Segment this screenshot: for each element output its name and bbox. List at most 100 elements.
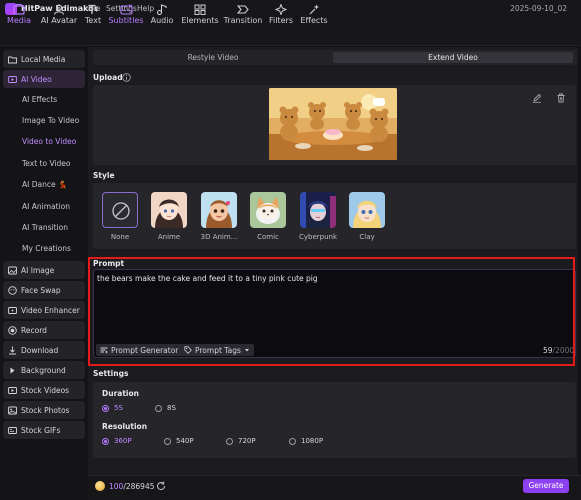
sidebar-item-label: Stock GIFs — [21, 425, 61, 435]
tab-transition-label: Transition — [223, 16, 263, 25]
resolution-option-720p[interactable]: 720P — [226, 437, 256, 445]
settings-panel — [93, 382, 576, 458]
sidebar-item-stock-photos[interactable]: Stock Photos — [3, 401, 85, 419]
style-option-3d-animation[interactable] — [201, 192, 237, 228]
filters-icon — [268, 3, 294, 15]
resolution-option-540p[interactable]: 540P — [164, 437, 194, 445]
resolution-label: Resolution — [102, 422, 148, 431]
duration-option-label: 5S — [114, 404, 123, 412]
resolution-option-label: 540P — [176, 437, 194, 445]
radio-icon — [289, 437, 296, 445]
sidebar: Local Media AI Video AI Effects Image To… — [3, 47, 86, 447]
delete-icon[interactable] — [556, 93, 566, 103]
radio-selected-icon — [102, 404, 109, 412]
tab-subtitles[interactable]: Subtitles — [108, 3, 144, 27]
sidebar-sub-my-creations[interactable]: My Creations — [22, 244, 71, 253]
resolution-option-label: 720P — [238, 437, 256, 445]
elements-icon — [181, 3, 219, 15]
sidebar-item-label: Record — [21, 325, 47, 335]
text-icon — [83, 3, 103, 15]
style-label-cyberpunk: Cyberpunk — [298, 233, 338, 241]
sidebar-item-stock-videos[interactable]: Stock Videos — [3, 381, 85, 399]
sidebar-sub-ai-dance[interactable]: AI Dance 💃 — [22, 180, 67, 189]
ai-image-icon — [8, 266, 17, 275]
sidebar-item-video-enhancer[interactable]: Video Enhancer — [3, 301, 85, 319]
sidebar-sub-ai-effects[interactable]: AI Effects — [22, 95, 57, 104]
settings-title: Settings — [93, 369, 129, 378]
tab-elements[interactable]: Elements — [181, 3, 219, 27]
resolution-option-label: 1080P — [301, 437, 324, 445]
download-icon — [9, 346, 16, 355]
stock-videos-icon — [8, 387, 17, 394]
audio-icon — [148, 3, 176, 15]
duration-option-5s[interactable]: 5S — [102, 404, 123, 412]
radio-icon — [155, 404, 162, 412]
coin-icon — [95, 481, 105, 491]
tab-effects-label: Effects — [300, 16, 328, 25]
tab-text[interactable]: Text — [83, 3, 103, 27]
sidebar-item-download[interactable]: Download — [3, 341, 85, 359]
radio-selected-icon — [102, 437, 109, 445]
sidebar-sub-image-to-video[interactable]: Image To Video — [22, 116, 79, 125]
sidebar-item-label: Stock Videos — [21, 385, 70, 395]
sidebar-item-label: AI Video — [21, 74, 52, 84]
sidebar-item-label: Video Enhancer — [21, 305, 80, 315]
resolution-option-label: 360P — [114, 437, 132, 445]
generate-button[interactable]: Generate — [523, 479, 569, 493]
duration-option-label: 8S — [167, 404, 176, 412]
stock-photos-icon — [8, 406, 17, 415]
tab-transition[interactable]: Transition — [223, 3, 263, 27]
style-label-comic: Comic — [257, 233, 279, 241]
style-option-comic[interactable] — [250, 192, 286, 228]
style-option-anime[interactable] — [151, 192, 187, 228]
style-option-none[interactable] — [102, 192, 138, 228]
subtitles-icon — [108, 3, 144, 15]
effects-icon — [299, 3, 329, 15]
tab-extend-video[interactable]: Extend Video — [333, 52, 573, 63]
edit-icon[interactable] — [532, 93, 542, 103]
tab-restyle-video[interactable]: Restyle Video — [96, 52, 330, 63]
info-icon[interactable] — [122, 73, 131, 82]
duration-option-8s[interactable]: 8S — [155, 404, 176, 412]
transition-icon — [223, 3, 263, 15]
style-title: Style — [93, 171, 115, 180]
tab-effects[interactable]: Effects — [299, 3, 329, 27]
uploaded-video-thumbnail[interactable] — [269, 88, 397, 160]
duration-label: Duration — [102, 389, 139, 398]
tab-ai-avatar[interactable]: AI Avatar — [39, 3, 79, 27]
tab-audio[interactable]: Audio — [148, 3, 176, 27]
style-label-none: None — [110, 233, 130, 241]
radio-icon — [226, 437, 233, 445]
credits-total: /286945 — [123, 482, 155, 491]
sidebar-item-background[interactable]: Background — [3, 361, 85, 379]
style-option-clay[interactable] — [349, 192, 385, 228]
sidebar-item-ai-video[interactable]: AI Video — [3, 70, 85, 88]
refresh-icon[interactable] — [156, 481, 166, 491]
sidebar-item-label: AI Image — [21, 265, 55, 275]
sidebar-item-record[interactable]: Record — [3, 321, 85, 339]
style-label-3d-animation: 3D Anim... — [200, 233, 238, 241]
credits-counter: 100/286945 — [109, 482, 155, 491]
sidebar-item-stock-gifs[interactable]: Stock GIFs — [3, 421, 85, 439]
resolution-option-360p[interactable]: 360P — [102, 437, 132, 445]
background-icon — [10, 367, 15, 374]
record-icon — [8, 326, 17, 335]
face-swap-icon — [8, 286, 17, 295]
tab-filters[interactable]: Filters — [268, 3, 294, 27]
tab-ai-avatar-label: AI Avatar — [40, 16, 78, 25]
resolution-option-1080p[interactable]: 1080P — [289, 437, 323, 445]
sidebar-sub-ai-animation[interactable]: AI Animation — [22, 202, 70, 211]
sidebar-item-ai-image[interactable]: AI Image — [3, 261, 85, 279]
credits-current: 100 — [109, 482, 124, 491]
sidebar-item-local-media[interactable]: Local Media — [3, 50, 85, 68]
sidebar-sub-video-to-video[interactable]: Video to Video — [22, 137, 76, 146]
tab-media[interactable]: Media — [4, 3, 34, 27]
ai-video-icon — [8, 76, 17, 83]
tab-audio-label: Audio — [150, 16, 174, 25]
sidebar-sub-text-to-video[interactable]: Text to Video — [22, 159, 70, 168]
style-option-cyberpunk[interactable] — [300, 192, 336, 228]
sidebar-sub-ai-transition[interactable]: AI Transition — [22, 223, 68, 232]
sidebar-item-face-swap[interactable]: Face Swap — [3, 281, 85, 299]
enhancer-icon — [8, 307, 17, 314]
avatar-icon — [39, 3, 79, 15]
